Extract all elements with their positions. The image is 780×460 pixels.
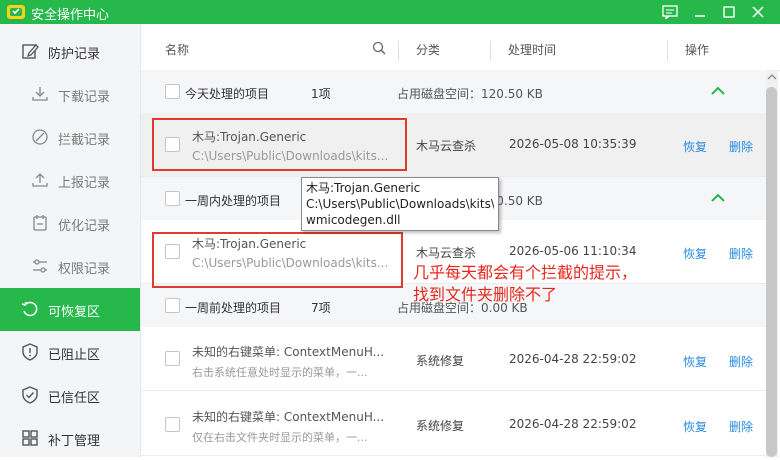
maximize-icon — [723, 6, 735, 18]
row-checkbox[interactable] — [165, 417, 180, 432]
sidebar-item-download-log[interactable]: 下载记录 — [0, 73, 140, 116]
group-header-today: 今天处理的项目 1项 占用磁盘空间：120.50 KB — [141, 70, 767, 113]
shield-icon — [22, 343, 38, 361]
column-separator — [667, 41, 668, 61]
shield-check-icon — [22, 386, 38, 404]
table-row[interactable]: 未知的右键菜单: ContextMenuH... 仅在右击文件夹时显示的菜单，一… — [141, 392, 767, 456]
delete-link[interactable]: 删除 — [729, 245, 753, 262]
column-header-action: 操作 — [685, 43, 710, 57]
sidebar-item-block-log[interactable]: 拦截记录 — [0, 116, 140, 159]
restore-icon — [21, 301, 38, 317]
column-separator — [490, 41, 491, 61]
row-description: 右击系统任意处时显示的菜单，一... — [192, 366, 368, 379]
feedback-button[interactable] — [659, 1, 681, 23]
group-label: 今天处理的项目 — [185, 87, 270, 101]
sidebar-item-label: 已信任区 — [48, 391, 101, 406]
app-logo-icon — [7, 5, 25, 19]
sliders-icon — [33, 259, 47, 273]
sidebar-item-label: 防护记录 — [48, 47, 101, 62]
search-icon[interactable] — [372, 41, 386, 55]
group-disk-space: 占用磁盘空间：120.50 KB — [397, 87, 543, 101]
minimize-icon — [695, 15, 705, 17]
tooltip-line: 木马:Trojan.Generic — [306, 181, 421, 195]
column-separator — [398, 41, 399, 61]
group-checkbox[interactable] — [165, 191, 180, 206]
table-header: 名称 分类 处理时间 操作 — [141, 24, 780, 71]
group-count: 7项 — [311, 301, 331, 315]
sidebar-item-blocked-zone[interactable]: 已阻止区 — [0, 331, 140, 374]
title-bar: 安全操作中心 — [0, 0, 780, 24]
group-checkbox[interactable] — [165, 84, 180, 99]
row-category: 系统修复 — [416, 354, 465, 368]
tooltip-line: C:\Users\Public\Downloads\kits\ — [306, 197, 494, 211]
group-label: 一周前处理的项目 — [185, 301, 282, 315]
delete-link[interactable]: 删除 — [729, 138, 753, 155]
close-button[interactable] — [747, 1, 769, 23]
message-icon — [662, 5, 678, 19]
sidebar-item-patch-management[interactable]: 补丁管理 — [0, 417, 140, 460]
delete-link[interactable]: 删除 — [729, 353, 753, 370]
minimize-button[interactable] — [689, 1, 711, 23]
edit-icon — [22, 44, 39, 59]
chevron-up-icon[interactable] — [711, 193, 725, 203]
sidebar-item-optimize-log[interactable]: 优化记录 — [0, 202, 140, 245]
sidebar-item-label: 拦截记录 — [58, 133, 111, 148]
upload-icon — [32, 173, 48, 187]
restore-link[interactable]: 恢复 — [683, 418, 707, 435]
annotation-box — [152, 118, 407, 171]
sidebar-item-permission-log[interactable]: 权限记录 — [0, 245, 140, 288]
download-icon — [32, 87, 48, 101]
row-time: 2026-05-06 11:10:34 — [509, 244, 637, 258]
sidebar: 防护记录 下载记录 拦截记录 上报记录 优化记录 权限记录 可恢复区 已阻止区 … — [0, 24, 141, 457]
sidebar-item-label: 权限记录 — [58, 262, 111, 277]
column-header-category[interactable]: 分类 — [416, 41, 440, 58]
sidebar-item-trusted-zone[interactable]: 已信任区 — [0, 374, 140, 417]
annotation-text: 几乎每天都会有个拦截的提示， — [413, 263, 638, 282]
annotation-text: 找到文件夹删除不了 — [413, 285, 558, 304]
grid-icon — [22, 430, 38, 446]
block-icon — [32, 129, 48, 145]
restore-link[interactable]: 恢复 — [683, 353, 707, 370]
sidebar-item-label: 补丁管理 — [48, 434, 101, 449]
scroll-up-arrow-icon[interactable] — [767, 72, 777, 82]
sidebar-item-report-log[interactable]: 上报记录 — [0, 159, 140, 202]
sidebar-item-label: 优化记录 — [58, 219, 111, 234]
annotation-box — [152, 232, 403, 288]
table-row[interactable]: 未知的右键菜单: ContextMenuH... 右击系统任意处时显示的菜单，一… — [141, 327, 767, 391]
window-title: 安全操作中心 — [31, 8, 110, 23]
row-name: 未知的右键菜单: ContextMenuH... — [192, 410, 385, 424]
row-description: 仅在右击文件夹时显示的菜单，一... — [192, 431, 368, 444]
row-name: 未知的右键菜单: ContextMenuH... — [192, 345, 385, 359]
sidebar-item-protection-log[interactable]: 防护记录 — [0, 30, 140, 73]
close-icon — [752, 6, 764, 18]
group-count: 1项 — [311, 87, 331, 101]
row-category: 系统修复 — [416, 419, 465, 433]
sidebar-item-label: 已阻止区 — [48, 348, 101, 363]
calendar-icon — [33, 215, 47, 231]
sidebar-item-label: 下载记录 — [58, 90, 111, 105]
maximize-button[interactable] — [718, 1, 740, 23]
scrollbar-thumb[interactable] — [766, 87, 777, 457]
row-time: 2026-05-08 10:35:39 — [509, 137, 637, 151]
restore-link[interactable]: 恢复 — [683, 245, 707, 262]
row-time: 2026-04-28 22:59:02 — [509, 417, 637, 431]
column-header-name[interactable]: 名称 — [165, 41, 189, 58]
delete-link[interactable]: 删除 — [729, 418, 753, 435]
sidebar-item-label: 上报记录 — [58, 176, 111, 191]
row-time: 2026-04-28 22:59:02 — [509, 352, 637, 366]
row-checkbox[interactable] — [165, 351, 180, 366]
restore-link[interactable]: 恢复 — [683, 138, 707, 155]
group-label: 一周内处理的项目 — [185, 194, 282, 208]
chevron-up-icon[interactable] — [711, 86, 725, 96]
column-header-time[interactable]: 处理时间 — [508, 41, 556, 58]
tooltip-line: wmicodegen.dll — [306, 213, 401, 227]
row-category: 木马云查杀 — [416, 139, 477, 153]
path-tooltip: 木马:Trojan.Generic C:\Users\Public\Downlo… — [301, 177, 499, 231]
sidebar-item-recovery-zone[interactable]: 可恢复区 — [0, 288, 140, 331]
sidebar-item-label: 可恢复区 — [48, 305, 101, 320]
group-checkbox[interactable] — [165, 298, 180, 313]
